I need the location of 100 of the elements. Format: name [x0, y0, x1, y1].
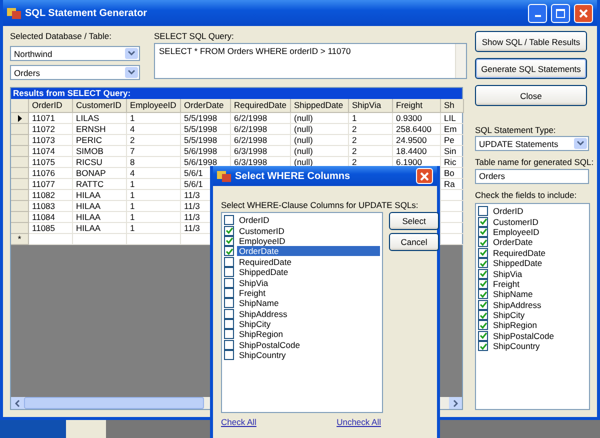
action-button[interactable]: Show SQL / Table Results [475, 31, 587, 52]
checkbox[interactable] [224, 256, 234, 267]
close-button[interactable] [416, 168, 433, 184]
column-header[interactable]: EmployeeID [127, 99, 181, 113]
table-cell [73, 234, 127, 245]
field-name[interactable]: OrderID [491, 206, 526, 216]
maximize-button[interactable] [551, 4, 570, 22]
query-label: SELECT SQL Query: [154, 31, 234, 42]
checkbox[interactable] [224, 319, 234, 330]
field-name[interactable]: OrderDate [491, 237, 535, 248]
row-header[interactable] [11, 113, 29, 124]
checkbox[interactable] [478, 310, 488, 320]
checkbox[interactable] [478, 341, 488, 352]
checkbox[interactable] [224, 340, 234, 350]
close-icon [420, 172, 429, 180]
field-name[interactable]: ShipPostalCode [491, 330, 556, 341]
checkbox[interactable] [478, 268, 488, 279]
checkbox[interactable] [478, 289, 488, 300]
column-header[interactable]: ShippedDate [291, 99, 349, 113]
field-name[interactable]: CustomerID [491, 216, 540, 227]
column-name[interactable]: ShipCity [237, 319, 273, 330]
column-header[interactable]: OrderID [29, 99, 73, 113]
chevron-left-icon [15, 400, 20, 406]
checkbox[interactable] [478, 216, 488, 227]
column-header[interactable]: OrderDate [181, 99, 231, 113]
field-name[interactable]: ShipCountry [491, 341, 542, 352]
window-title: SQL Statement Generator [25, 8, 148, 18]
checkbox[interactable] [224, 236, 234, 246]
column-name[interactable]: ShippedDate [237, 267, 290, 278]
dialog-button[interactable]: Cancel [389, 233, 439, 251]
column-header[interactable]: CustomerID [73, 99, 127, 113]
column-name[interactable]: EmployeeID [237, 236, 288, 246]
database-table-label: Selected Database / Table: [10, 31, 112, 42]
app-icon [7, 6, 21, 20]
column-header[interactable]: RequiredDate [231, 99, 291, 113]
checkbox[interactable] [224, 350, 234, 360]
checkbox[interactable] [224, 226, 234, 236]
checkbox[interactable] [478, 248, 488, 258]
field-name[interactable]: ShippedDate [491, 258, 544, 268]
checkbox[interactable] [224, 246, 234, 256]
statement-type-label: SQL Statement Type: [475, 125, 556, 136]
field-name[interactable]: ShipRegion [491, 320, 539, 330]
minimize-icon [534, 14, 540, 16]
checkbox[interactable] [224, 288, 234, 298]
column-header[interactable]: Sh [441, 99, 464, 113]
minimize-button[interactable] [528, 4, 547, 22]
database-dropdown[interactable]: Northwind [10, 46, 140, 61]
checkbox[interactable] [478, 278, 488, 289]
checkbox[interactable] [478, 206, 488, 216]
checkbox[interactable] [224, 267, 234, 278]
action-button[interactable]: Close [475, 85, 587, 106]
column-name[interactable]: ShipPostalCode [237, 340, 302, 350]
action-button[interactable]: Generate SQL Statements [475, 58, 587, 79]
column-name[interactable]: ShipAddress [237, 308, 290, 319]
chevron-right-icon [453, 400, 458, 406]
chevron-down-icon [128, 70, 135, 75]
fields-label: Check the fields to include: [475, 190, 577, 201]
close-button[interactable] [574, 4, 593, 22]
table-name-label: Table name for generated SQL: [475, 157, 594, 168]
checkbox[interactable] [478, 300, 488, 310]
statement-type-dropdown[interactable]: UPDATE Statements [475, 136, 589, 151]
chevron-down-icon [128, 51, 135, 56]
field-name[interactable]: RequiredDate [491, 248, 548, 258]
row-header[interactable]: * [11, 234, 29, 245]
table-name-field[interactable]: Orders [475, 169, 589, 184]
checkbox[interactable] [478, 330, 488, 341]
field-name[interactable]: Freight [491, 278, 522, 289]
field-name[interactable]: ShipAddress [491, 300, 544, 310]
checkbox[interactable] [224, 329, 234, 340]
dialog-title: Select WHERE Columns [235, 170, 350, 182]
column-name[interactable]: OrderDate [237, 246, 380, 256]
checkbox[interactable] [224, 298, 234, 308]
query-field[interactable]: SELECT * FROM Orders WHERE orderID > 11070 [154, 43, 467, 79]
checkbox[interactable] [224, 308, 234, 319]
column-name[interactable]: OrderID [237, 215, 272, 226]
table-dropdown[interactable]: Orders [10, 65, 140, 80]
checkbox[interactable] [478, 237, 488, 248]
column-name[interactable]: ShipRegion [237, 329, 285, 340]
link[interactable]: Check All [221, 417, 256, 427]
link[interactable]: Uncheck All [336, 417, 381, 427]
checkbox[interactable] [478, 320, 488, 330]
column-header[interactable]: ShipVia [349, 99, 393, 113]
column-name[interactable]: ShipName [237, 298, 281, 308]
checkbox[interactable] [224, 215, 234, 226]
column-name[interactable]: ShipCountry [237, 350, 288, 360]
dialog-button[interactable]: Select [389, 212, 439, 230]
app-icon [217, 170, 231, 182]
column-header[interactable]: Freight [393, 99, 441, 113]
checkbox[interactable] [224, 278, 234, 288]
column-name[interactable]: RequiredDate [237, 256, 294, 267]
column-name[interactable]: Freight [237, 288, 268, 298]
field-name[interactable]: EmployeeID [491, 226, 542, 237]
column-name[interactable]: CustomerID [237, 226, 286, 236]
field-name[interactable]: ShipName [491, 289, 535, 300]
checkbox[interactable] [478, 258, 488, 268]
field-name[interactable]: ShipCity [491, 310, 527, 320]
checkbox[interactable] [478, 226, 488, 237]
field-name[interactable]: ShipVia [491, 268, 524, 279]
table-cell [29, 234, 73, 245]
column-name[interactable]: ShipVia [237, 278, 270, 288]
